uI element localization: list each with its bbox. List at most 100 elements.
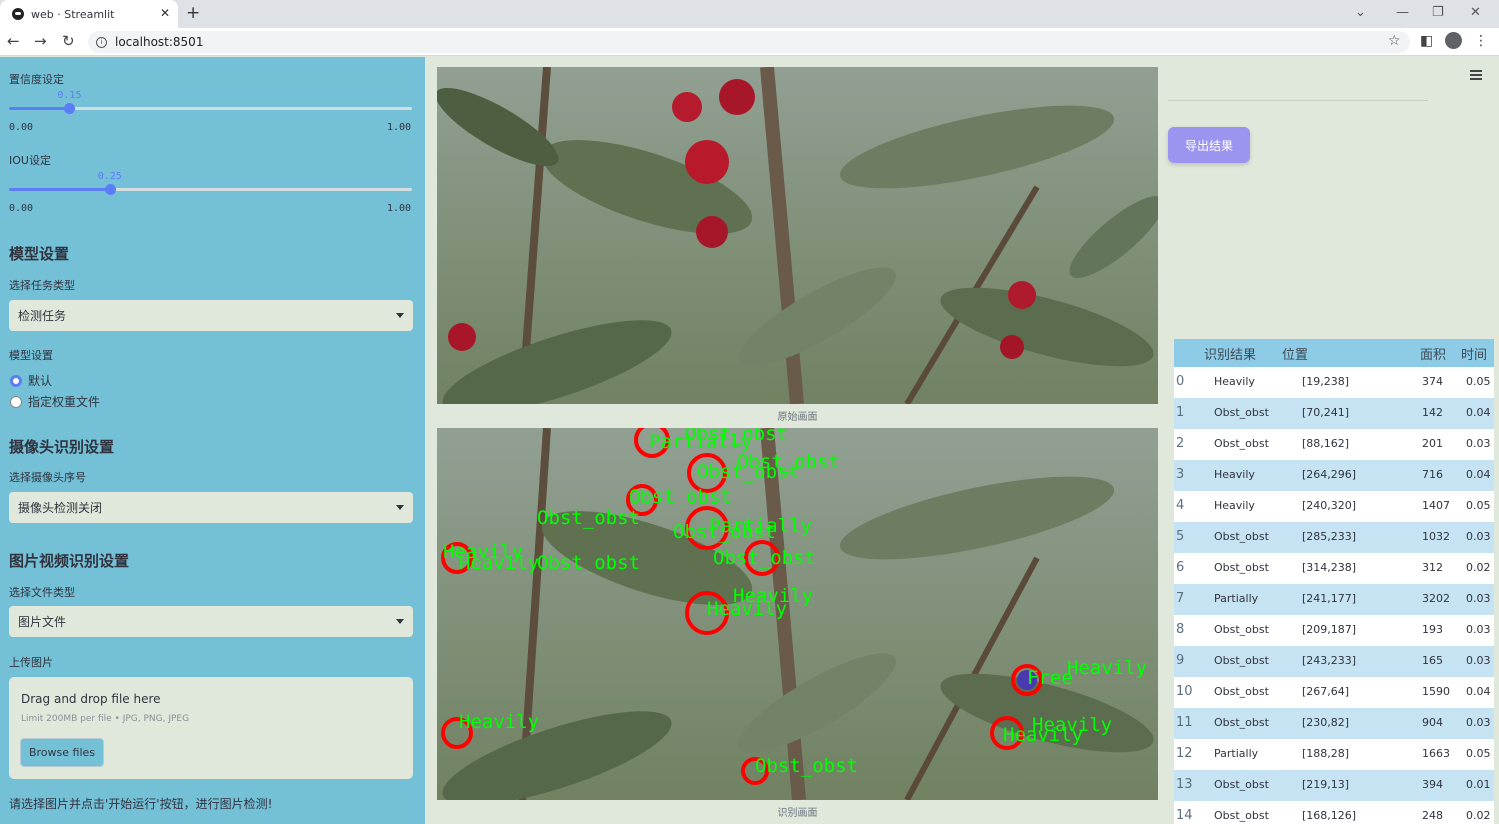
- task-type-select[interactable]: 检测任务: [9, 300, 413, 331]
- model-section-title: 模型设置: [9, 245, 70, 263]
- original-image: [437, 67, 1158, 404]
- cell-result: Heavily: [1214, 375, 1255, 388]
- header-position[interactable]: 位置: [1282, 344, 1308, 363]
- tab-title: web · Streamlit: [31, 7, 115, 21]
- iou-label: IOU设定: [9, 154, 51, 167]
- det-label: Obst_obst: [713, 547, 816, 569]
- browse-files-button[interactable]: Browse files: [20, 738, 104, 767]
- window-close-icon[interactable]: ✕: [1470, 5, 1481, 20]
- table-row: 12 Partially [188,28] 1663 0.05: [1174, 739, 1494, 770]
- cell-area: 1590: [1422, 685, 1450, 698]
- cell-time: 0.02: [1466, 561, 1491, 574]
- cell-position: [188,28]: [1302, 747, 1350, 760]
- det-label: Heavily: [459, 552, 539, 574]
- task-type-value: 检测任务: [18, 309, 67, 323]
- header-result[interactable]: 识别结果: [1204, 344, 1256, 363]
- row-index: 3: [1176, 467, 1185, 482]
- cell-area: 394: [1422, 778, 1443, 791]
- url-input[interactable]: i localhost:8501: [88, 31, 1410, 53]
- cell-result: Obst_obst: [1214, 654, 1269, 667]
- iou-slider[interactable]: [9, 184, 412, 195]
- cell-result: Heavily: [1214, 499, 1255, 512]
- file-type-select[interactable]: 图片文件: [9, 606, 413, 637]
- cell-result: Obst_obst: [1214, 530, 1269, 543]
- row-index: 14: [1176, 808, 1193, 823]
- header-area[interactable]: 面积: [1420, 344, 1446, 363]
- header-time[interactable]: 时间: [1461, 344, 1487, 363]
- address-bar: ← → ↻ i localhost:8501 ☆ ◧ ⋮: [0, 28, 1499, 56]
- cell-result: Obst_obst: [1214, 778, 1269, 791]
- cell-position: [230,82]: [1302, 716, 1350, 729]
- iou-value: 0.25: [97, 171, 122, 182]
- camera-label: 选择摄像头序号: [9, 471, 86, 484]
- browser-tab[interactable]: web · Streamlit ✕: [0, 0, 178, 28]
- camera-select[interactable]: 摄像头检测关闭: [9, 492, 413, 523]
- export-results-button[interactable]: 导出结果: [1168, 127, 1250, 163]
- cell-position: [264,296]: [1302, 468, 1357, 481]
- camera-section-title: 摄像头识别设置: [9, 438, 115, 456]
- row-index: 0: [1176, 374, 1185, 389]
- back-arrow-icon[interactable]: ←: [7, 32, 20, 50]
- chevron-down-icon: [396, 313, 404, 318]
- more-menu-icon[interactable]: ⋮: [1474, 33, 1488, 49]
- cell-position: [209,187]: [1302, 623, 1357, 636]
- table-row: 4 Heavily [240,320] 1407 0.05: [1174, 491, 1494, 522]
- chevron-down-icon: [396, 619, 404, 624]
- sidebar-hint: 请选择图片并点击'开始运行'按钮，进行图片检测!: [9, 797, 273, 811]
- table-row: 11 Obst_obst [230,82] 904 0.03: [1174, 708, 1494, 739]
- confidence-label: 置信度设定: [9, 73, 64, 86]
- cell-position: [267,64]: [1302, 685, 1350, 698]
- restore-icon[interactable]: ❐: [1432, 5, 1444, 20]
- det-label: Obst_obst: [629, 486, 732, 508]
- file-dropzone[interactable]: Drag and drop file here Limit 200MB per …: [9, 677, 413, 779]
- iou-slider-fill: [9, 188, 110, 191]
- profile-avatar-icon[interactable]: [1445, 32, 1462, 49]
- dropzone-text: Drag and drop file here: [21, 692, 161, 706]
- cell-area: 1407: [1422, 499, 1450, 512]
- cell-result: Obst_obst: [1214, 437, 1269, 450]
- radio-custom-weights[interactable]: 指定权重文件: [10, 393, 100, 410]
- cell-result: Obst_obst: [1214, 561, 1269, 574]
- cell-result: Obst_obst: [1214, 809, 1269, 822]
- table-row: 7 Partially [241,177] 3202 0.03: [1174, 584, 1494, 615]
- minimize-icon[interactable]: —: [1396, 5, 1409, 20]
- cell-time: 0.04: [1466, 685, 1491, 698]
- cell-time: 0.03: [1466, 437, 1491, 450]
- table-row: 0 Heavily [19,238] 374 0.05: [1174, 367, 1494, 398]
- site-info-icon[interactable]: i: [96, 36, 107, 48]
- row-index: 10: [1176, 684, 1193, 699]
- side-panel-icon[interactable]: ◧: [1420, 33, 1433, 49]
- cell-position: [70,241]: [1302, 406, 1350, 419]
- browser-tab-bar: web · Streamlit ✕ + ⌄ — ❐ ✕: [0, 0, 1499, 28]
- hamburger-menu-icon[interactable]: [1470, 70, 1482, 80]
- row-index: 6: [1176, 560, 1185, 575]
- iou-max: 1.00: [387, 203, 412, 214]
- cell-area: 716: [1422, 468, 1443, 481]
- new-tab-icon[interactable]: +: [186, 3, 200, 23]
- cell-position: [19,238]: [1302, 375, 1350, 388]
- cell-result: Partially: [1214, 747, 1259, 760]
- reload-icon[interactable]: ↻: [62, 32, 75, 50]
- radio-default[interactable]: 默认: [10, 372, 52, 389]
- row-index: 12: [1176, 746, 1193, 761]
- row-index: 9: [1176, 653, 1185, 668]
- cell-time: 0.03: [1466, 716, 1491, 729]
- radio-selected-icon: [10, 374, 22, 387]
- tab-search-chevron-icon[interactable]: ⌄: [1355, 5, 1366, 20]
- bookmark-star-icon[interactable]: ☆: [1388, 33, 1401, 49]
- cell-area: 142: [1422, 406, 1443, 419]
- confidence-slider-thumb[interactable]: [64, 103, 76, 114]
- iou-slider-thumb[interactable]: [104, 184, 116, 195]
- cell-time: 0.04: [1466, 406, 1491, 419]
- confidence-slider[interactable]: [9, 103, 412, 114]
- tab-close-icon[interactable]: ✕: [160, 6, 170, 20]
- row-index: 11: [1176, 715, 1193, 730]
- confidence-value: 0.15: [57, 90, 82, 101]
- original-caption: 原始画面: [777, 412, 818, 423]
- det-label: Obst_obst: [537, 552, 640, 574]
- row-index: 2: [1176, 436, 1185, 451]
- cell-result: Heavily: [1214, 468, 1255, 481]
- table-row: 14 Obst_obst [168,126] 248 0.02: [1174, 801, 1494, 824]
- divider: [1168, 100, 1428, 101]
- forward-arrow-icon[interactable]: →: [34, 32, 47, 50]
